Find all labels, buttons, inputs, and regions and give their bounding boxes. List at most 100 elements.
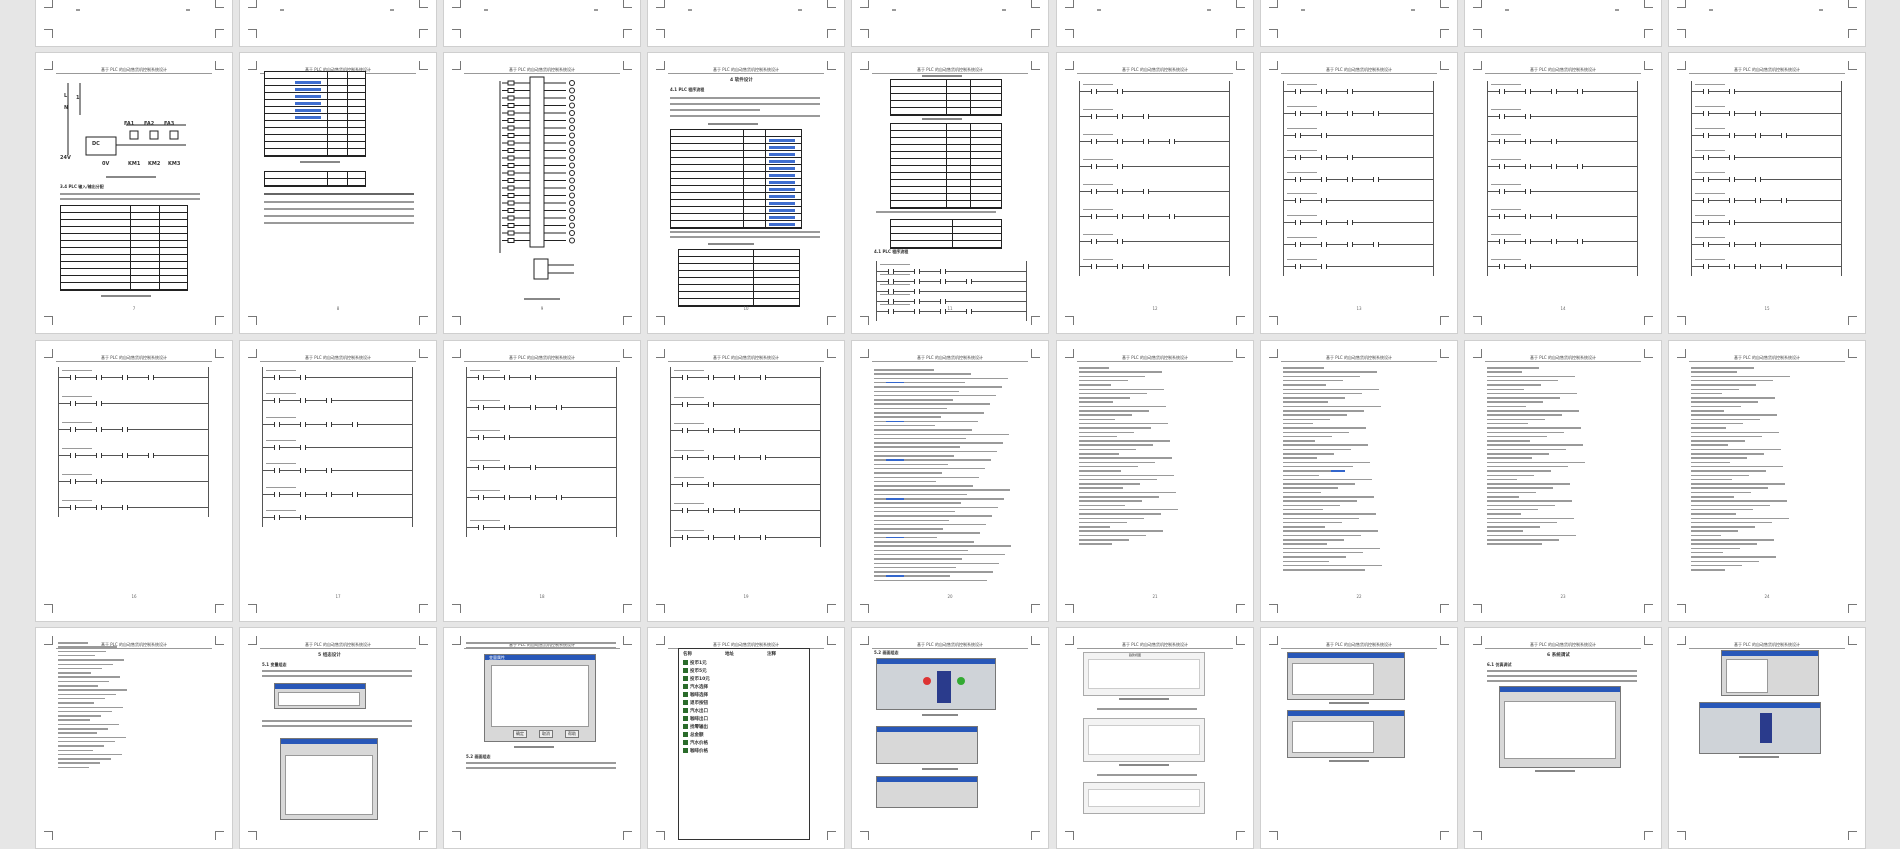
crop-mark — [419, 0, 428, 8]
crop-mark — [827, 0, 836, 8]
document-page[interactable]: 基于 PLC 的自动售货机控制系统设计 变量属性 确定 取消 帮助 5.2 画面组态 — [443, 627, 641, 849]
crop-mark — [1269, 61, 1278, 70]
dialog-cancel-button[interactable]: 取消 — [539, 730, 553, 738]
document-page[interactable]: 基于 PLC 的自动售货机控制系统设计 — [35, 627, 233, 849]
instruction-line — [874, 515, 992, 517]
document-page[interactable]: 基于 PLC 的自动售货机控制系统设计 21 — [1056, 340, 1254, 622]
document-page[interactable] — [1056, 0, 1254, 47]
footer-mark — [1097, 9, 1101, 11]
instruction-line — [874, 480, 936, 483]
rung-comment — [1287, 215, 1317, 217]
crop-mark — [452, 831, 461, 840]
document-page[interactable] — [1668, 0, 1866, 47]
ladder-contact — [1091, 114, 1097, 119]
crop-mark — [1677, 636, 1686, 645]
text-line — [1097, 774, 1197, 776]
ladder-contact — [96, 453, 102, 458]
ladder-contact — [1729, 176, 1735, 182]
document-page[interactable] — [1260, 0, 1458, 47]
highlight — [1331, 470, 1345, 472]
document-page[interactable]: 基于 PLC 的自动售货机控制系统设计 4.1 PLC 程序流程 11 — [851, 52, 1049, 334]
instruction-line — [874, 528, 943, 530]
document-page[interactable] — [647, 0, 845, 47]
instruction-line — [1283, 487, 1338, 489]
text-line — [264, 201, 414, 203]
ladder-contact — [1169, 139, 1175, 144]
instruction-line — [1079, 517, 1144, 519]
document-page[interactable]: using an smart circuit line,infrared pro… — [443, 0, 641, 47]
document-page[interactable]: 基于 PLC 的自动售货机控制系统设计 15 — [1668, 52, 1866, 334]
rung-comment — [62, 370, 92, 371]
highlight — [295, 102, 321, 105]
rung-comment — [674, 476, 704, 478]
ladder-contact — [274, 515, 280, 520]
document-page[interactable]: 基于 PLC 的自动售货机控制系统设计 9 — [443, 52, 641, 334]
crop-mark — [44, 61, 53, 70]
document-page[interactable]: 基于 PLC 的自动售货机控制系统设计 8 — [239, 52, 437, 334]
window-titlebar — [1500, 687, 1620, 692]
crop-mark — [827, 636, 836, 645]
document-page[interactable] — [239, 0, 437, 47]
highlight — [769, 216, 795, 219]
variable-name: 退币按钮 — [690, 701, 708, 706]
dialog-ok-button[interactable]: 确定 — [513, 730, 527, 738]
ladder-rung — [1691, 222, 1841, 224]
document-page[interactable]: 基于 PLC 的自动售货机控制系统设计 趋势视图 — [1056, 627, 1254, 849]
document-page[interactable]: 基于 PLC 的自动售货机控制系统设计 — [1260, 627, 1458, 849]
ladder-contact — [326, 468, 332, 474]
document-page[interactable]: 基于 PLC 的自动售货机控制系统设计 18 — [443, 340, 641, 622]
document-page[interactable]: 基于 PLC 的自动售货机控制系统设计 17 — [239, 340, 437, 622]
rung-comment — [1491, 234, 1521, 235]
document-page[interactable] — [851, 0, 1049, 47]
rung-comment — [1083, 84, 1113, 85]
ladder-contact — [760, 455, 766, 460]
instruction-line — [1283, 470, 1336, 472]
rung-comment — [674, 530, 704, 531]
highlight — [769, 223, 795, 226]
ladder-contact — [1577, 89, 1583, 94]
ladder-contact — [300, 515, 306, 520]
document-page[interactable]: 基于 PLC 的自动售货机控制系统设计 22 — [1260, 340, 1458, 622]
document-page[interactable]: 基于 PLC 的自动售货机控制系统设计 23 — [1464, 340, 1662, 622]
ladder-contact — [1117, 214, 1123, 219]
document-page[interactable]: 基于 PLC 的自动售货机控制系统设计 名称 地址 注释 投币1元 投币5元 投币10元 汽水… — [647, 627, 845, 849]
highlight — [769, 202, 795, 205]
ladder-contact — [96, 479, 102, 484]
text-line — [262, 675, 412, 677]
hmi-sub-screen — [876, 726, 978, 764]
document-page[interactable]: 基于 PLC 的自动售货机控制系统设计 20 — [851, 340, 1049, 622]
document-page[interactable]: 基于 PLC 的自动售货机控制系统设计 16 — [35, 340, 233, 622]
document-page[interactable]: 基于 PLC 的自动售货机控制系统设计 12 — [1056, 52, 1254, 334]
ladder-rung — [1283, 266, 1433, 267]
document-page[interactable]: 基于 PLC 的自动售货机控制系统设计 6 系统调试 6.1 仿真调试 — [1464, 627, 1662, 849]
document-page[interactable]: 基于 PLC 的自动售货机控制系统设计 5 组态设计 5.1 变量组态 — [239, 627, 437, 849]
crop-mark — [1644, 831, 1653, 840]
instruction-line — [1079, 375, 1145, 378]
crop-mark — [656, 0, 665, 8]
document-page[interactable]: 基于 PLC 的自动售货机控制系统设计 5.2 画面组态 — [851, 627, 1049, 849]
document-page[interactable] — [1464, 0, 1662, 47]
dialog-help-button[interactable]: 帮助 — [565, 730, 579, 738]
ladder-contact — [708, 375, 714, 380]
document-page[interactable]: 基于 PLC 的自动售货机控制系统设计 24 — [1668, 340, 1866, 622]
document-page[interactable] — [35, 0, 233, 47]
crop-mark — [44, 0, 53, 8]
document-page[interactable]: 基于 PLC 的自动售货机控制系统设计 — [1668, 627, 1866, 849]
instruction-line — [1079, 521, 1127, 524]
document-page[interactable]: 基于 PLC 的自动售货机控制系统设计 4 软件设计 4.1 PLC 程序流程 10 — [647, 52, 845, 334]
ladder-rail — [58, 367, 59, 517]
variable-icon — [683, 748, 688, 753]
instruction-line — [1079, 388, 1164, 390]
data-table — [678, 249, 800, 307]
text-line — [1097, 708, 1197, 710]
ladder-contact — [352, 421, 358, 427]
crop-mark — [827, 831, 836, 840]
instruction-line — [1079, 461, 1155, 464]
instruction-line — [1283, 435, 1332, 438]
instruction-line — [1283, 448, 1351, 451]
document-page[interactable]: 基于 PLC 的自动售货机控制系统设计 14 — [1464, 52, 1662, 334]
document-page[interactable]: 基于 PLC 的自动售货机控制系统设计 L N 1 FA1 FA2 FA3 24V DC 0V KM… — [35, 52, 233, 334]
document-page[interactable]: 基于 PLC 的自动售货机控制系统设计 13 — [1260, 52, 1458, 334]
rung-comment — [674, 450, 704, 451]
document-page[interactable]: 基于 PLC 的自动售货机控制系统设计 19 — [647, 340, 845, 622]
